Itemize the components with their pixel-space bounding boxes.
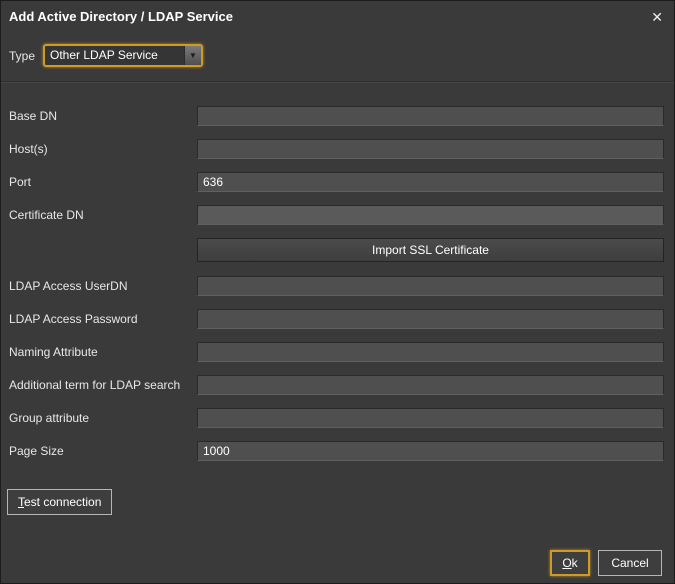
field-row-port: Port — [1, 165, 674, 198]
ok-mnemonic: O — [562, 556, 571, 570]
import-ssl-row: Import SSL Certificate — [1, 231, 674, 269]
import-ssl-certificate-button[interactable]: Import SSL Certificate — [197, 238, 664, 262]
chevron-down-icon[interactable]: ▼ — [184, 46, 201, 65]
field-row-ldap-access-password: LDAP Access Password — [1, 302, 674, 335]
ldap-access-password-label: LDAP Access Password — [9, 312, 197, 326]
ldap-access-password-input[interactable] — [197, 309, 664, 329]
ldap-access-userdn-input[interactable] — [197, 276, 664, 296]
type-label: Type — [9, 49, 35, 63]
additional-term-label: Additional term for LDAP search — [9, 378, 197, 392]
titlebar: Add Active Directory / LDAP Service ✕ — [1, 1, 674, 28]
field-row-group-attribute: Group attribute — [1, 401, 674, 434]
field-row-hosts: Host(s) — [1, 132, 674, 165]
close-icon[interactable]: ✕ — [651, 10, 663, 24]
type-row: Type Other LDAP Service ▼ — [1, 28, 674, 67]
test-connection-button[interactable]: Test connection — [7, 489, 112, 515]
hosts-label: Host(s) — [9, 142, 197, 156]
ok-label: k — [572, 556, 578, 570]
page-size-label: Page Size — [9, 444, 197, 458]
cancel-button[interactable]: Cancel — [598, 550, 662, 576]
type-dropdown[interactable]: Other LDAP Service ▼ — [43, 44, 203, 67]
naming-attribute-input[interactable] — [197, 342, 664, 362]
naming-attribute-label: Naming Attribute — [9, 345, 197, 359]
base-dn-label: Base DN — [9, 109, 197, 123]
divider — [1, 81, 674, 83]
additional-term-input[interactable] — [197, 375, 664, 395]
field-row-certificate-dn: Certificate DN — [1, 198, 674, 231]
field-row-naming-attribute: Naming Attribute — [1, 335, 674, 368]
certificate-dn-input[interactable] — [197, 205, 664, 225]
field-row-additional-term: Additional term for LDAP search — [1, 368, 674, 401]
base-dn-input[interactable] — [197, 106, 664, 126]
group-attribute-label: Group attribute — [9, 411, 197, 425]
hosts-input[interactable] — [197, 139, 664, 159]
page-size-input[interactable] — [197, 441, 664, 461]
test-connection-label: est connection — [24, 495, 101, 509]
type-dropdown-value: Other LDAP Service — [45, 46, 184, 65]
form: Base DN Host(s) Port Certificate DN Impo… — [1, 91, 674, 467]
certificate-dn-label: Certificate DN — [9, 208, 197, 222]
bottom-buttons: Ok Cancel — [550, 550, 662, 576]
field-row-ldap-access-userdn: LDAP Access UserDN — [1, 269, 674, 302]
port-label: Port — [9, 175, 197, 189]
field-row-base-dn: Base DN — [1, 99, 674, 132]
port-input[interactable] — [197, 172, 664, 192]
group-attribute-input[interactable] — [197, 408, 664, 428]
field-row-page-size: Page Size — [1, 434, 674, 467]
ok-button[interactable]: Ok — [550, 550, 590, 576]
ldap-access-userdn-label: LDAP Access UserDN — [9, 279, 197, 293]
add-ldap-service-dialog: Add Active Directory / LDAP Service ✕ Ty… — [0, 0, 675, 584]
dialog-title: Add Active Directory / LDAP Service — [9, 9, 233, 24]
